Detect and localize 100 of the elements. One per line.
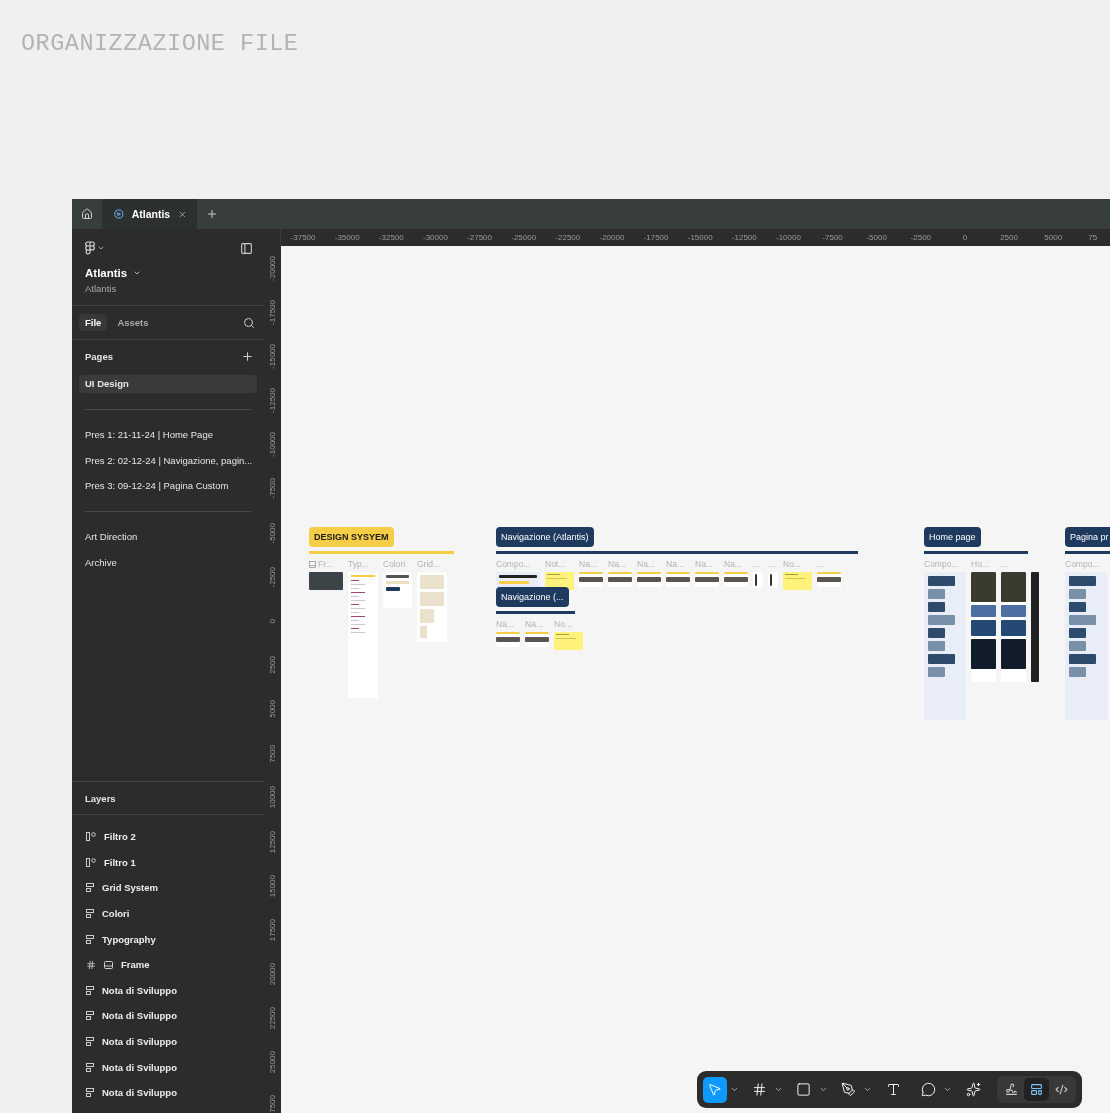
- ruler-label: -35000: [334, 233, 360, 242]
- panel-tab[interactable]: File: [79, 314, 108, 331]
- pointer-icon: [707, 1082, 723, 1097]
- ruler-label: -12500: [731, 233, 757, 242]
- caret-icon: [818, 1085, 828, 1094]
- layer-item[interactable]: Filtro 1: [104, 856, 136, 868]
- ruler-label: 22500: [268, 1007, 277, 1030]
- ruler-label: -10000: [268, 432, 277, 457]
- home-icon: [81, 208, 93, 220]
- page-item[interactable]: Archive: [79, 553, 257, 572]
- sidebar-icon: [240, 241, 253, 255]
- frame-thumbnail: [666, 572, 690, 587]
- ruler-label: -22500: [555, 233, 581, 242]
- add-page-button[interactable]: [241, 349, 254, 363]
- layer-item[interactable]: Nota di Sviluppo: [102, 1010, 177, 1022]
- layer-item[interactable]: Filtro 2: [104, 831, 136, 843]
- page-item[interactable]: Pres 2: 02-12-24 | Navigazione, pagin...: [79, 451, 257, 470]
- frame-title: No...: [783, 559, 801, 570]
- project-name: Atlantis: [85, 283, 118, 294]
- caret-icon: [133, 269, 142, 277]
- section-icon: [86, 934, 94, 944]
- ruler-label: -20000: [268, 255, 277, 281]
- ruler-label: 20000: [268, 962, 277, 986]
- frame-title: Na...: [724, 559, 742, 570]
- ruler-label: 2500: [1000, 233, 1018, 242]
- ruler-label: -10000: [775, 233, 801, 242]
- ruler-label: 2500: [268, 656, 277, 675]
- frame-thumbnail: [525, 632, 549, 647]
- design-mode-button[interactable]: [1024, 1078, 1049, 1101]
- frame-thumbnail: [608, 572, 632, 587]
- frame-thumbnail: [753, 572, 763, 588]
- ruler-label: -12500: [268, 387, 277, 413]
- section-label[interactable]: Pagina pr: [1065, 527, 1110, 547]
- section-label[interactable]: Home page: [924, 527, 981, 547]
- ruler-label: -5000: [866, 233, 887, 242]
- ruler-label: 17500: [268, 918, 277, 942]
- component-icon: [86, 857, 96, 867]
- logo-icon: [85, 241, 95, 255]
- frame-thumbnail: [724, 572, 748, 587]
- main-menu-button[interactable]: [85, 241, 105, 255]
- ruler-label: -17500: [268, 299, 277, 325]
- frame-title: Na...: [637, 559, 655, 570]
- section-label[interactable]: Navigazione (Atlantis): [496, 527, 594, 547]
- ruler-label: -30000: [422, 233, 448, 242]
- sticky-note: [554, 632, 583, 650]
- ruler-label: 15000: [268, 874, 277, 897]
- section-label[interactable]: Navigazione (...: [496, 587, 569, 607]
- layer-item[interactable]: Frame: [121, 959, 150, 971]
- caret-icon: [943, 1085, 953, 1094]
- ruler-label: -7500: [822, 233, 843, 242]
- frame-title: Na...: [666, 559, 684, 570]
- page-item[interactable]: UI Design: [79, 375, 257, 393]
- frame-icon: [309, 561, 316, 568]
- comment-icon: [921, 1082, 937, 1097]
- layer-item[interactable]: Typography: [102, 933, 156, 945]
- frame-title: ...: [817, 559, 825, 570]
- document-tab[interactable]: Atlantis: [102, 199, 197, 229]
- frame-title: Na...: [608, 559, 626, 570]
- layer-item[interactable]: Nota di Sviluppo: [102, 984, 177, 996]
- layer-item[interactable]: Nota di Sviluppo: [102, 1061, 177, 1073]
- file-name-button[interactable]: Atlantis: [85, 267, 142, 279]
- ruler-label: -25000: [511, 233, 537, 242]
- frame-icon: [751, 1082, 767, 1097]
- frame-thumbnail: [496, 632, 520, 647]
- draw-icon: [1005, 1083, 1018, 1096]
- code-icon: [1055, 1083, 1068, 1096]
- ruler-label: -5000: [268, 522, 277, 544]
- page-title: ORGANIZZAZIONE FILE: [21, 30, 300, 57]
- pen-icon: [840, 1082, 856, 1097]
- photo-placeholder: [309, 572, 343, 590]
- search-button[interactable]: [243, 316, 255, 329]
- layer-item[interactable]: Colori: [102, 908, 130, 920]
- panel-tab[interactable]: Assets: [111, 314, 155, 331]
- layers-heading: Layers: [85, 792, 116, 804]
- frame-title: Na...: [496, 619, 514, 630]
- frame-title: Colori: [383, 559, 406, 570]
- section-label[interactable]: DESIGN SYSYEM: [309, 527, 394, 547]
- page-item[interactable]: Pres 3: 09-12-24 | Pagina Custom: [79, 477, 257, 495]
- layer-item[interactable]: Grid System: [102, 882, 158, 894]
- ruler-label: -37500: [290, 233, 316, 242]
- frame-thumbnail: [383, 572, 412, 608]
- page-item[interactable]: Art Direction: [79, 528, 257, 546]
- frame-thumbnail: [695, 572, 719, 587]
- ruler-label: -2500: [268, 566, 277, 588]
- layer-item[interactable]: Nota di Sviluppo: [102, 1087, 177, 1099]
- panel-toggle-button[interactable]: [240, 241, 253, 255]
- frame-thumbnail: [768, 572, 778, 588]
- caret-icon: [774, 1085, 784, 1094]
- frame-title: Na...: [525, 619, 543, 630]
- ruler-label: -7500: [268, 478, 277, 499]
- sparkles-icon: [965, 1082, 981, 1097]
- ruler-label: 7500: [268, 1095, 277, 1113]
- page-item[interactable]: Pres 1: 21-11-24 | Home Page: [79, 426, 257, 444]
- caret-icon: [97, 244, 105, 252]
- frame-title: ...: [753, 559, 761, 570]
- pointer-tool-button[interactable]: [703, 1076, 727, 1103]
- layer-item[interactable]: Nota di Sviluppo: [102, 1036, 177, 1048]
- section-icon: [86, 883, 94, 893]
- section-icon: [86, 1037, 94, 1047]
- pages-heading: Pages: [85, 350, 113, 362]
